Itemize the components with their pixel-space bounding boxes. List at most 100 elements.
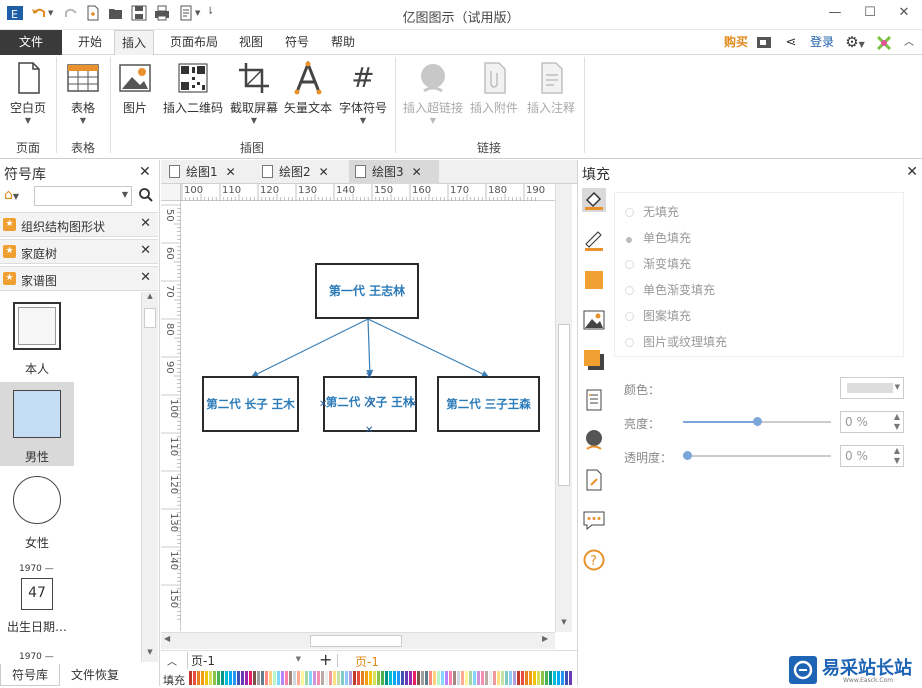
image-fill-icon[interactable]	[582, 308, 606, 332]
color-swatch[interactable]	[485, 671, 488, 685]
vector-text-button[interactable]: 矢量文本	[282, 61, 334, 116]
canvas-vertical-scrollbar[interactable]: ▼	[555, 184, 572, 632]
scroll-down-icon[interactable]: ▼	[556, 618, 572, 632]
color-swatch[interactable]	[221, 671, 224, 685]
color-swatches[interactable]	[189, 671, 575, 685]
color-swatch[interactable]	[469, 671, 472, 685]
collapse-icon[interactable]: ︿	[167, 653, 177, 668]
color-swatch[interactable]	[253, 671, 256, 685]
color-swatch[interactable]	[437, 671, 440, 685]
color-swatch[interactable]	[409, 671, 412, 685]
connection-point-icon[interactable]: ✕	[319, 399, 327, 410]
color-picker[interactable]: ▼	[840, 377, 904, 399]
color-swatch[interactable]	[289, 671, 292, 685]
color-swatch[interactable]	[549, 671, 552, 685]
share-icon[interactable]: ⋖	[782, 30, 800, 55]
color-swatch[interactable]	[249, 671, 252, 685]
fill-option-pattern[interactable]: 图案填充	[625, 307, 691, 325]
color-swatch[interactable]	[397, 671, 400, 685]
color-swatch[interactable]	[225, 671, 228, 685]
color-swatch[interactable]	[553, 671, 556, 685]
color-swatch[interactable]	[305, 671, 308, 685]
menu-help[interactable]: 帮助	[326, 30, 360, 55]
connection-point-icon[interactable]: ✕	[409, 399, 417, 410]
color-swatch[interactable]	[293, 671, 296, 685]
color-swatch[interactable]	[497, 671, 500, 685]
fill-option-solid-gradient[interactable]: 单色渐变填充	[625, 281, 715, 299]
menu-symbol[interactable]: 符号	[280, 30, 314, 55]
color-swatch[interactable]	[357, 671, 360, 685]
minimize-button[interactable]: —	[826, 4, 844, 22]
color-swatch[interactable]	[477, 671, 480, 685]
color-swatch[interactable]	[241, 671, 244, 685]
color-swatch[interactable]	[201, 671, 204, 685]
scroll-thumb[interactable]	[558, 324, 570, 486]
fill-option-none[interactable]: 无填充	[625, 203, 679, 221]
tab-drawing-2[interactable]: 绘图2 ✕	[262, 160, 348, 184]
color-swatch[interactable]	[481, 671, 484, 685]
search-icon[interactable]	[138, 187, 154, 203]
color-swatch[interactable]	[229, 671, 232, 685]
tab-drawing-3[interactable]: 绘图3 ✕	[349, 160, 439, 184]
close-tab-icon[interactable]: ✕	[412, 165, 422, 179]
color-swatch[interactable]	[517, 671, 520, 685]
color-swatch[interactable]	[425, 671, 428, 685]
maximize-button[interactable]: ☐	[861, 4, 879, 22]
color-swatch[interactable]	[433, 671, 436, 685]
menu-insert[interactable]: 插入	[114, 30, 154, 56]
transparency-slider[interactable]	[683, 451, 831, 460]
shape-birth-date[interactable]: 1970 — 47 出生日期…	[0, 564, 74, 636]
color-swatch[interactable]	[405, 671, 408, 685]
color-swatch[interactable]	[209, 671, 212, 685]
fill-option-solid[interactable]: 单色填充	[625, 229, 691, 247]
connection-point-icon[interactable]: ✕	[365, 371, 373, 382]
color-swatch[interactable]	[537, 671, 540, 685]
color-swatch[interactable]	[461, 671, 464, 685]
color-swatch[interactable]	[533, 671, 536, 685]
tab-drawing-1[interactable]: 绘图1 ✕	[169, 160, 255, 184]
color-swatch[interactable]	[317, 671, 320, 685]
color-swatch[interactable]	[273, 671, 276, 685]
menu-view[interactable]: 视图	[234, 30, 268, 55]
library-home-icon[interactable]: ⌂▼	[4, 187, 30, 205]
document-edit-icon[interactable]	[582, 468, 606, 492]
color-swatch[interactable]	[341, 671, 344, 685]
brightness-slider-knob[interactable]	[753, 417, 762, 426]
font-symbol-button[interactable]: # 字体符号 ▼	[336, 61, 390, 125]
color-swatch[interactable]	[473, 671, 476, 685]
color-swatch[interactable]	[261, 671, 264, 685]
close-library-panel-button[interactable]: ✕	[139, 164, 151, 180]
library-row-genealogy[interactable]: ★ 家谱图 ✕	[0, 266, 158, 291]
color-swatch[interactable]	[193, 671, 196, 685]
color-swatch[interactable]	[525, 671, 528, 685]
close-tab-icon[interactable]: ✕	[319, 165, 329, 179]
insert-hyperlink-button[interactable]: 插入超链接 ▼	[400, 61, 466, 125]
color-swatch[interactable]	[313, 671, 316, 685]
fill-option-gradient[interactable]: 渐变填充	[625, 255, 691, 273]
color-swatch[interactable]	[325, 671, 328, 685]
tab-file-recovery[interactable]: 文件恢复	[62, 664, 128, 686]
library-row-org-chart[interactable]: ★ 组织结构图形状 ✕	[0, 212, 158, 237]
color-swatch[interactable]	[329, 671, 332, 685]
color-swatch[interactable]	[369, 671, 372, 685]
color-swatch[interactable]	[429, 671, 432, 685]
connection-point-icon[interactable]: ✕	[367, 399, 375, 410]
close-library-icon[interactable]: ✕	[140, 270, 151, 285]
color-swatch[interactable]	[509, 671, 512, 685]
color-swatch[interactable]	[205, 671, 208, 685]
color-swatch[interactable]	[197, 671, 200, 685]
brightness-input[interactable]: 0 % ▲ ▼	[840, 411, 904, 433]
color-swatch[interactable]	[321, 671, 324, 685]
color-swatch[interactable]	[353, 671, 356, 685]
line-style-icon[interactable]	[582, 228, 606, 252]
color-swatch[interactable]	[217, 671, 220, 685]
color-swatch[interactable]	[441, 671, 444, 685]
color-swatch[interactable]	[257, 671, 260, 685]
node-child-3[interactable]: 第二代 三子王森	[437, 376, 540, 432]
library-search-input[interactable]: ▼	[34, 186, 132, 206]
color-swatch[interactable]	[569, 671, 572, 685]
color-swatch[interactable]	[189, 671, 192, 685]
color-swatch[interactable]	[277, 671, 280, 685]
color-swatch[interactable]	[237, 671, 240, 685]
color-swatch[interactable]	[297, 671, 300, 685]
